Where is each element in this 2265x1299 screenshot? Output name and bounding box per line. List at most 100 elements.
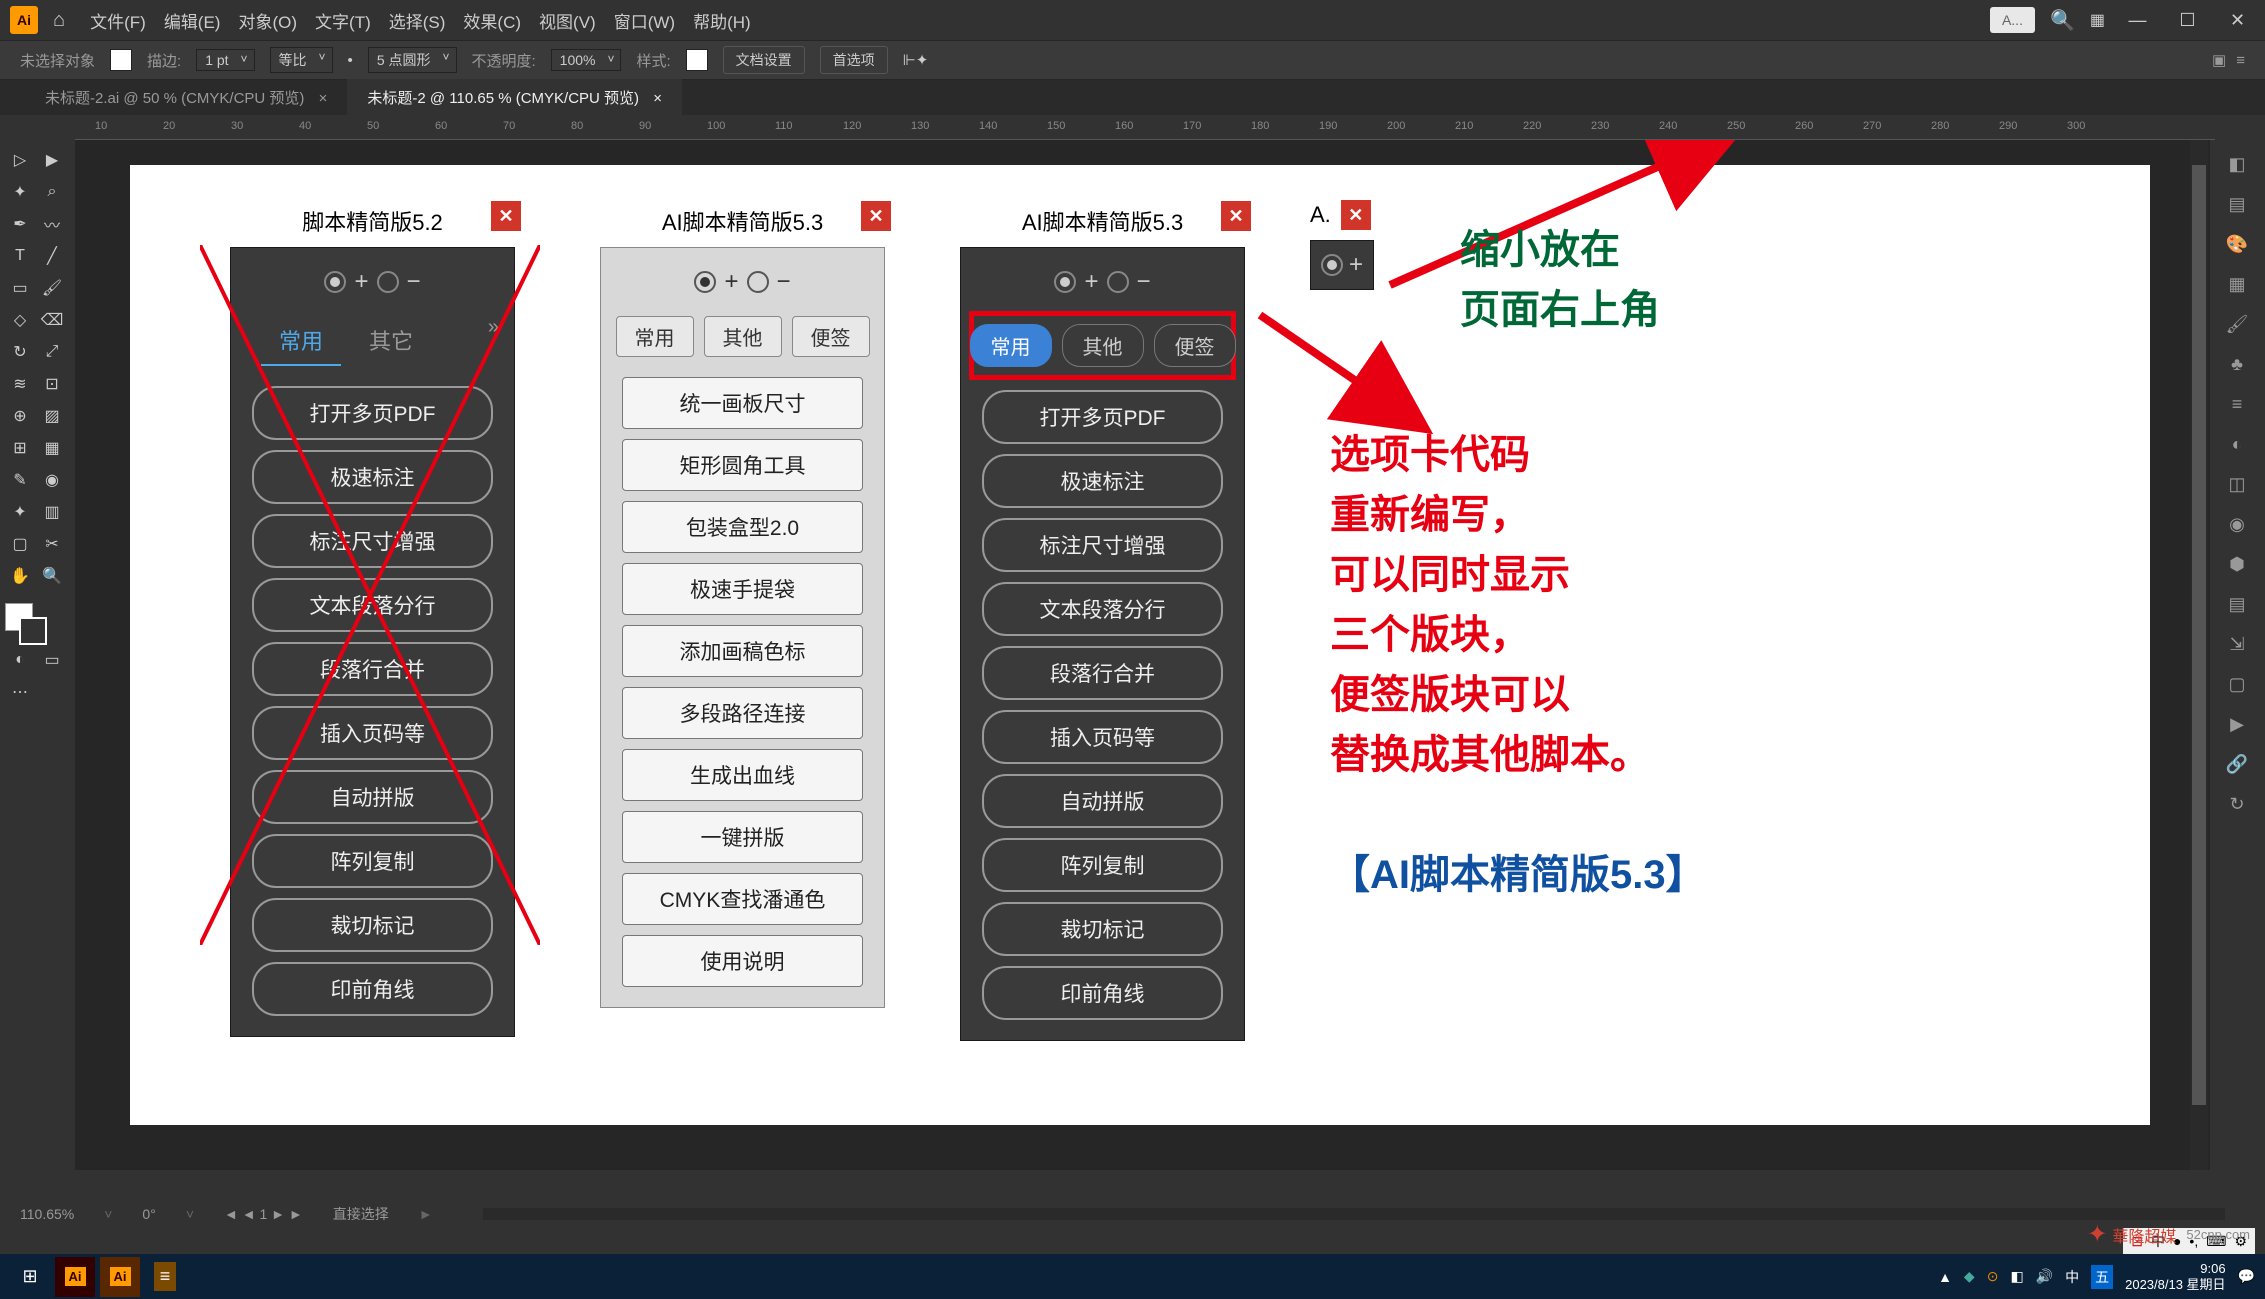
direct-select-tool[interactable]: ▶	[37, 145, 67, 175]
panel53dark-close-button[interactable]: ✕	[1221, 201, 1251, 231]
scale-tool[interactable]: ⤢	[37, 337, 67, 367]
radio-expand[interactable]	[324, 271, 346, 293]
menu-file[interactable]: 文件(F)	[90, 8, 146, 33]
asset-export-panel-icon[interactable]: ⇲	[2213, 625, 2261, 663]
home-icon[interactable]: ⌂	[53, 9, 65, 32]
notification-icon[interactable]: 💬	[2238, 1268, 2255, 1285]
zoom-level[interactable]: 110.65%	[20, 1206, 74, 1222]
script-button[interactable]: 自动拼版	[982, 774, 1224, 828]
tab-other-52[interactable]: 其它	[351, 316, 431, 366]
blend-tool[interactable]: ◉	[37, 465, 67, 495]
ime-icon[interactable]: 中	[2065, 1267, 2079, 1287]
curvature-tool[interactable]: 〰	[37, 209, 67, 239]
panel52-close-button[interactable]: ✕	[491, 201, 521, 231]
volume-icon[interactable]: 🔊	[2036, 1268, 2053, 1285]
tray-icon[interactable]: 五	[2091, 1265, 2113, 1289]
script-button[interactable]: 使用说明	[622, 935, 864, 987]
script-button[interactable]: 自动拼版	[252, 770, 494, 824]
tray-icon[interactable]: ◆	[1964, 1268, 1975, 1285]
style-swatch[interactable]	[686, 49, 708, 71]
appearance-panel-icon[interactable]: ◉	[2213, 505, 2261, 543]
stroke-color[interactable]	[19, 617, 47, 645]
arrange-icon[interactable]: ▦	[2090, 10, 2105, 30]
script-button[interactable]: 印前角线	[982, 966, 1224, 1020]
script-button[interactable]: 阵列复制	[252, 834, 494, 888]
color-panel-icon[interactable]: 🎨	[2213, 225, 2261, 263]
script-button[interactable]: 段落行合并	[982, 646, 1224, 700]
align-icon[interactable]: ⊩✦	[903, 51, 929, 69]
doc-tab-2[interactable]: 未标题-2 @ 110.65 % (CMYK/CPU 预览) ×	[347, 79, 682, 116]
script-button[interactable]: 打开多页PDF	[252, 386, 494, 440]
eraser-tool[interactable]: ⌫	[37, 305, 67, 335]
menu-help[interactable]: 帮助(H)	[693, 8, 751, 33]
prefs-button[interactable]: 首选项	[820, 46, 888, 74]
horizontal-scrollbar[interactable]	[483, 1208, 2225, 1220]
panel53light-close-button[interactable]: ✕	[861, 201, 891, 231]
chevron-right-icon[interactable]: »	[488, 316, 499, 366]
tray-icon[interactable]: ⊙	[1987, 1268, 1999, 1285]
layers-panel-icon[interactable]: ▤	[2213, 585, 2261, 623]
script-button[interactable]: 印前角线	[252, 962, 494, 1016]
mini-close-button[interactable]: ✕	[1341, 200, 1371, 230]
script-button[interactable]: 标注尺寸增强	[252, 514, 494, 568]
selection-tool[interactable]: ▷	[5, 145, 35, 175]
fill-swatch[interactable]	[110, 49, 132, 71]
radio-collapse[interactable]	[377, 271, 399, 293]
line-tool[interactable]: ╱	[37, 241, 67, 271]
mesh-tool[interactable]: ⊞	[5, 433, 35, 463]
script-button[interactable]: 添加画稿色标	[622, 625, 864, 677]
menu-object[interactable]: 对象(O)	[238, 8, 297, 33]
script-button[interactable]: 矩形圆角工具	[622, 439, 864, 491]
uniform-dd[interactable]: 等比	[270, 47, 333, 73]
script-button[interactable]: 插入页码等	[252, 706, 494, 760]
script-button[interactable]: 文本段落分行	[252, 578, 494, 632]
menu-edit[interactable]: 编辑(E)	[164, 8, 221, 33]
maximize-icon[interactable]: ☐	[2170, 10, 2205, 31]
eyedropper-tool[interactable]: ✎	[5, 465, 35, 495]
brush-tool[interactable]: 🖌	[37, 273, 67, 303]
tab-common-d[interactable]: 常用	[970, 324, 1052, 367]
vertical-scrollbar[interactable]	[2190, 140, 2208, 1170]
script-button[interactable]: CMYK查找潘通色	[622, 873, 864, 925]
tab-notes-d[interactable]: 便签	[1154, 324, 1236, 367]
menu-window[interactable]: 窗口(W)	[614, 8, 675, 33]
rotate-tool[interactable]: ↻	[5, 337, 35, 367]
script-button[interactable]: 包装盒型2.0	[622, 501, 864, 553]
script-button[interactable]: 打开多页PDF	[982, 390, 1224, 444]
graph-tool[interactable]: ▥	[37, 497, 67, 527]
radio-expand-l[interactable]	[694, 271, 716, 293]
slice-tool[interactable]: ✂	[37, 529, 67, 559]
magic-wand-tool[interactable]: ✦	[5, 177, 35, 207]
panel-menu-icon[interactable]: ≡	[2236, 52, 2245, 69]
menu-select[interactable]: 选择(S)	[389, 8, 446, 33]
search-icon[interactable]: 🔍	[2050, 8, 2075, 33]
mini-radio[interactable]	[1321, 254, 1343, 276]
panel-toggle-icon[interactable]: ▣	[2212, 51, 2226, 69]
symbols-panel-icon[interactable]: ♣	[2213, 345, 2261, 383]
actions-panel-icon[interactable]: ▶	[2213, 705, 2261, 743]
script-button[interactable]: 极速手提袋	[622, 563, 864, 615]
swatches-panel-icon[interactable]: ▦	[2213, 265, 2261, 303]
transparency-panel-icon[interactable]: ◫	[2213, 465, 2261, 503]
script-button[interactable]: 文本段落分行	[982, 582, 1224, 636]
script-button[interactable]: 裁切标记	[252, 898, 494, 952]
script-button[interactable]: 插入页码等	[982, 710, 1224, 764]
script-button[interactable]: 一键拼版	[622, 811, 864, 863]
zoom-tool[interactable]: 🔍	[37, 561, 67, 591]
menu-view[interactable]: 视图(V)	[539, 8, 596, 33]
clock[interactable]: 9:06 2023/8/13 星期日	[2125, 1261, 2225, 1292]
stroke-weight[interactable]: 1 pt	[196, 49, 254, 71]
doc-tab-1[interactable]: 未标题-2.ai @ 50 % (CMYK/CPU 预览) ×	[25, 79, 347, 116]
start-button[interactable]: ⊞	[10, 1257, 50, 1297]
symbol-sprayer-tool[interactable]: ✦	[5, 497, 35, 527]
close-icon[interactable]: ✕	[2220, 10, 2255, 31]
script-button[interactable]: 极速标注	[252, 450, 494, 504]
shape-builder-tool[interactable]: ⊕	[5, 401, 35, 431]
links-panel-icon[interactable]: 🔗	[2213, 745, 2261, 783]
draw-mode[interactable]: ◐	[5, 645, 35, 675]
rotate-angle[interactable]: 0°	[142, 1206, 155, 1222]
rectangle-tool[interactable]: ▭	[5, 273, 35, 303]
minimize-icon[interactable]: —	[2120, 10, 2155, 31]
radio-collapse-d[interactable]	[1107, 271, 1129, 293]
gradient-panel-icon[interactable]: ◐	[2213, 425, 2261, 463]
